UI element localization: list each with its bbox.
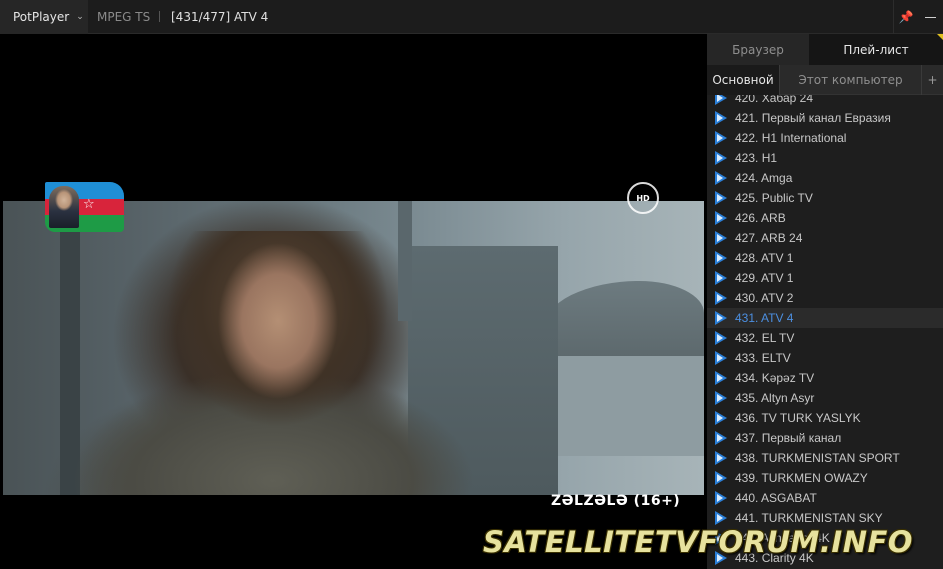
playlist-item-label: 436. TV TURK YASLYK xyxy=(735,411,861,425)
play-icon xyxy=(715,331,727,345)
flag-logo: ☆ xyxy=(45,182,124,232)
playlist-item[interactable]: 421. Первый канал Евразия xyxy=(707,108,943,128)
format-label: MPEG TS xyxy=(97,10,151,24)
playlist-item-label: 427. ARB 24 xyxy=(735,231,803,245)
playlist-item[interactable]: 434. Kəpəz TV xyxy=(707,368,943,388)
playlist-item[interactable]: 427. ARB 24 xyxy=(707,228,943,248)
play-icon xyxy=(715,351,727,365)
playlist-item-label: 440. ASGABAT xyxy=(735,491,817,505)
playlist-item-label: 439. TURKMEN OWAZY xyxy=(735,471,868,485)
playlist-item[interactable]: 438. TURKMENISTAN SPORT xyxy=(707,448,943,468)
playlist-panel: Браузер Плей-лист Основной Этот компьюте… xyxy=(707,34,943,569)
play-icon xyxy=(715,271,727,285)
app-name: PotPlayer xyxy=(13,10,70,24)
playlist-item-label: 423. H1 xyxy=(735,151,778,165)
tab-browser[interactable]: Браузер xyxy=(707,34,809,65)
playlist-item-label: 429. ATV 1 xyxy=(735,271,794,285)
playlist-item[interactable]: 425. Public TV xyxy=(707,188,943,208)
play-icon xyxy=(715,471,727,485)
playlist-item-label: 421. Первый канал Евразия xyxy=(735,111,891,125)
subtitle-text: ZƏLZƏLƏ (16+) xyxy=(551,493,681,509)
play-icon xyxy=(715,231,727,245)
playlist-item-label: 438. TURKMENISTAN SPORT xyxy=(735,451,900,465)
now-playing-title: [431/477] ATV 4 xyxy=(171,10,269,24)
playlist-item-label: 433. ELTV xyxy=(735,351,791,365)
subtab-this-computer[interactable]: Этот компьютер xyxy=(780,65,922,95)
playlist-item[interactable]: 420. Хабар 24 xyxy=(707,95,943,108)
playlist-item-label: 441. TURKMENISTAN SKY xyxy=(735,511,883,525)
playlist-item[interactable]: 433. ELTV xyxy=(707,348,943,368)
playlist-item-label: 428. ATV 1 xyxy=(735,251,794,265)
playlist-item[interactable]: 424. Amga xyxy=(707,168,943,188)
playlist-item-label: 422. H1 International xyxy=(735,131,847,145)
playlist-item[interactable]: 426. ARB xyxy=(707,208,943,228)
playlist-item[interactable]: 423. H1 xyxy=(707,148,943,168)
play-icon xyxy=(715,171,727,185)
playlist-item[interactable]: 435. Altyn Asyr xyxy=(707,388,943,408)
play-icon xyxy=(715,151,727,165)
playlist-item[interactable]: 430. ATV 2 xyxy=(707,288,943,308)
app-menu-button[interactable]: PotPlayer ⌄ xyxy=(0,0,88,34)
video-frame xyxy=(3,201,704,495)
playlist-item-label: 420. Хабар 24 xyxy=(735,95,813,105)
play-icon xyxy=(715,391,727,405)
subtabs: Основной Этот компьютер + xyxy=(707,65,943,95)
chevron-down-icon: ⌄ xyxy=(76,12,84,22)
play-icon xyxy=(715,191,727,205)
watermark-text: SATELLITETVFORUM.INFO xyxy=(483,525,913,559)
playlist-item[interactable]: 429. ATV 1 xyxy=(707,268,943,288)
playlist-item-label: 431. ATV 4 xyxy=(735,311,794,325)
playlist-item[interactable]: 432. EL TV xyxy=(707,328,943,348)
play-icon xyxy=(715,111,727,125)
playlist-item[interactable]: 440. ASGABAT xyxy=(707,488,943,508)
hd-logo-icon: HD xyxy=(627,182,659,214)
play-icon xyxy=(715,311,727,325)
playlist-item[interactable]: 439. TURKMEN OWAZY xyxy=(707,468,943,488)
play-icon xyxy=(715,291,727,305)
play-icon xyxy=(715,451,727,465)
play-icon xyxy=(715,411,727,425)
pin-icon[interactable]: 📌 xyxy=(893,0,918,34)
play-icon xyxy=(715,211,727,225)
playlist-item[interactable]: 431. ATV 4 xyxy=(707,308,943,328)
play-icon xyxy=(715,491,727,505)
tab-playlist[interactable]: Плей-лист xyxy=(809,34,943,65)
playlist-item-label: 430. ATV 2 xyxy=(735,291,794,305)
title-divider xyxy=(159,11,160,22)
playlist-item-label: 435. Altyn Asyr xyxy=(735,391,815,405)
play-icon xyxy=(715,511,727,525)
corner-marker-icon xyxy=(937,34,943,40)
playlist-item[interactable]: 437. Первый канал xyxy=(707,428,943,448)
playlist-item[interactable]: 422. H1 International xyxy=(707,128,943,148)
play-icon xyxy=(715,131,727,145)
play-icon xyxy=(715,95,727,105)
playlist-item-label: 434. Kəpəz TV xyxy=(735,371,815,385)
playlist-item-label: 426. ARB xyxy=(735,211,786,225)
add-tab-button[interactable]: + xyxy=(922,65,943,95)
subtab-main[interactable]: Основной xyxy=(707,65,780,95)
tab-playlist-label: Плей-лист xyxy=(843,42,909,57)
play-icon xyxy=(715,251,727,265)
play-icon xyxy=(715,371,727,385)
playlist-item-label: 425. Public TV xyxy=(735,191,813,205)
playlist-item-label: 432. EL TV xyxy=(735,331,795,345)
minimize-icon[interactable] xyxy=(918,0,943,34)
playlist[interactable]: 420. Хабар 24 421. Первый канал Евразия 42… xyxy=(707,95,943,569)
playlist-item-label: 437. Первый канал xyxy=(735,431,842,445)
playlist-item[interactable]: 436. TV TURK YASLYK xyxy=(707,408,943,428)
video-area[interactable]: ☆ HD ZƏLZƏLƏ (16+) xyxy=(0,34,707,569)
play-icon xyxy=(715,431,727,445)
playlist-item-label: 424. Amga xyxy=(735,171,793,185)
playlist-item[interactable]: 428. ATV 1 xyxy=(707,248,943,268)
title-bar: PotPlayer ⌄ MPEG TS [431/477] ATV 4 📌 xyxy=(0,0,943,34)
